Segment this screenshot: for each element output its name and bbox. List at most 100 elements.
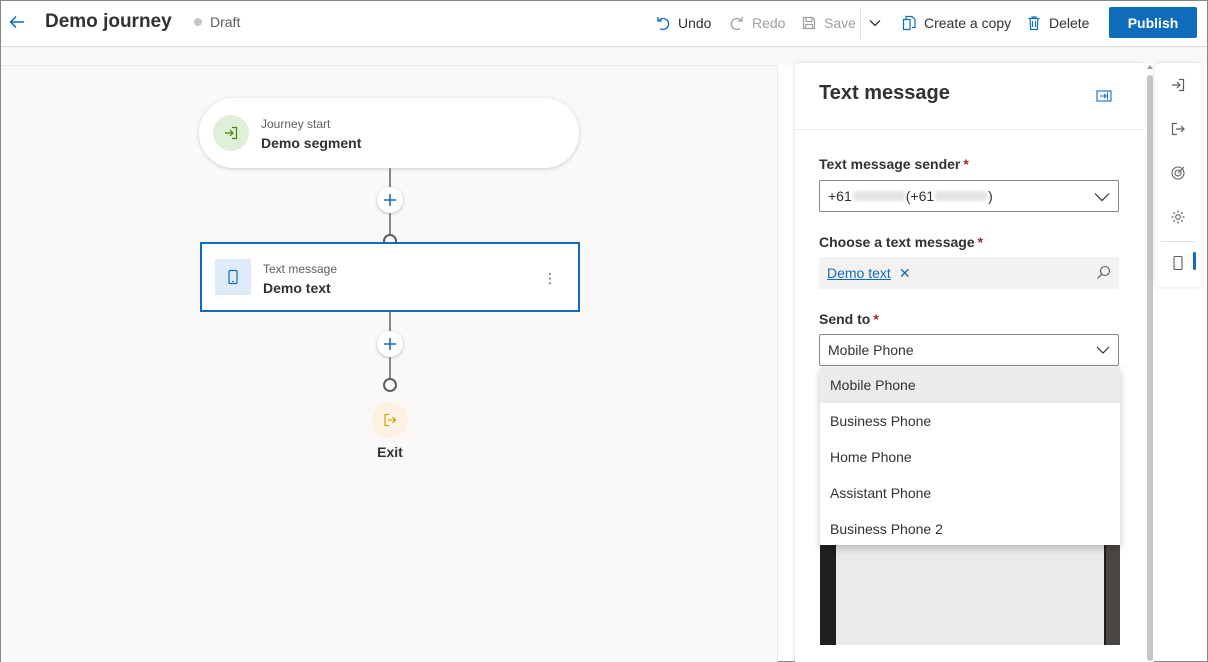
plus-icon xyxy=(384,338,396,350)
phone-preview-screen xyxy=(836,545,1104,645)
collapse-panel-button[interactable] xyxy=(1095,88,1113,104)
panel-scrollbar[interactable] xyxy=(1145,63,1154,662)
lookup-search-button[interactable] xyxy=(1096,265,1111,285)
save-button[interactable]: Save xyxy=(801,13,856,33)
redo-label: Redo xyxy=(752,15,786,31)
send-to-value: Mobile Phone xyxy=(828,342,914,358)
scroll-thumb[interactable] xyxy=(1147,75,1153,661)
message-label-text: Choose a text message xyxy=(819,234,975,250)
phone-preview xyxy=(820,545,1120,645)
start-node-label: Journey start xyxy=(261,117,331,131)
delete-button[interactable]: Delete xyxy=(1026,13,1089,33)
send-to-dropdown: Mobile Phone Business Phone Home Phone A… xyxy=(820,367,1120,545)
command-separator xyxy=(860,7,861,39)
phone-icon xyxy=(1173,255,1183,271)
enter-icon xyxy=(1172,78,1185,92)
side-rail xyxy=(1155,63,1201,287)
required-marker: * xyxy=(873,311,879,327)
rail-separator xyxy=(1161,241,1195,242)
sender-label: Text message sender * xyxy=(819,156,969,172)
text-message-node[interactable]: Text message Demo text ⋮ xyxy=(200,242,580,312)
required-marker: * xyxy=(963,156,969,172)
create-copy-button[interactable]: Create a copy xyxy=(901,13,1011,33)
panel-title: Text message xyxy=(819,82,950,104)
scroll-up-arrow-icon[interactable] xyxy=(1146,63,1154,71)
message-lookup[interactable]: Demo text ✕ xyxy=(819,257,1119,289)
rail-settings-button[interactable] xyxy=(1168,207,1188,227)
exit-label: Exit xyxy=(377,444,403,460)
rail-exit-button[interactable] xyxy=(1168,119,1188,139)
connector-line xyxy=(389,357,391,379)
start-node-value: Demo segment xyxy=(261,135,362,151)
publish-button[interactable]: Publish xyxy=(1109,7,1197,38)
sender-label-text: Text message sender xyxy=(819,156,961,172)
collapse-panel-icon xyxy=(1096,90,1112,102)
undo-button[interactable]: Undo xyxy=(655,13,711,33)
sign-in-icon xyxy=(225,126,238,140)
save-icon xyxy=(802,16,816,30)
search-icon xyxy=(1097,265,1111,279)
remove-tag-button[interactable]: ✕ xyxy=(899,265,911,282)
status-badge: Draft xyxy=(194,14,240,30)
sender-value-mid: (+61 xyxy=(905,188,935,204)
connector-line xyxy=(389,213,391,235)
back-button[interactable] xyxy=(5,10,29,34)
target-icon xyxy=(1171,166,1185,180)
add-step-button[interactable] xyxy=(377,187,403,213)
connector-line xyxy=(389,168,391,188)
exit-node[interactable] xyxy=(372,402,408,438)
dropdown-option[interactable]: Mobile Phone xyxy=(820,367,1120,403)
text-node-label: Text message xyxy=(263,262,338,276)
plus-icon xyxy=(384,194,396,206)
journey-start-node[interactable]: Journey start Demo segment xyxy=(199,98,579,168)
phone-preview-edge xyxy=(1106,545,1120,645)
selected-message-tag: Demo text ✕ xyxy=(827,263,911,283)
rail-active-indicator xyxy=(1193,252,1196,270)
required-marker: * xyxy=(977,234,984,250)
copy-icon xyxy=(902,15,916,31)
undo-icon xyxy=(657,17,670,31)
undo-label: Undo xyxy=(678,15,712,31)
add-step-button[interactable] xyxy=(377,331,403,357)
connector-line xyxy=(389,312,391,332)
exit-icon xyxy=(1171,122,1185,136)
journey-canvas: Journey start Demo segment Text message … xyxy=(1,65,778,662)
text-node-value: Demo text xyxy=(263,280,331,296)
chevron-down-icon xyxy=(869,20,881,27)
more-options-button[interactable]: ⋮ xyxy=(542,268,558,288)
status-dot-icon xyxy=(194,18,202,26)
selected-message-link[interactable]: Demo text xyxy=(827,265,891,281)
trash-icon xyxy=(1028,16,1040,31)
sender-value-suffix: ) xyxy=(988,188,993,204)
sign-out-icon xyxy=(384,413,397,427)
dropdown-option[interactable]: Business Phone xyxy=(820,403,1120,439)
status-text: Draft xyxy=(210,14,241,30)
phone-icon xyxy=(228,269,238,285)
redacted-number xyxy=(852,191,905,201)
sender-value-prefix: +61 xyxy=(828,188,852,204)
command-bar: Demo journey Draft Undo Redo Save Create… xyxy=(1,1,1207,47)
arrow-left-icon xyxy=(9,15,24,29)
message-label: Choose a text message * xyxy=(819,234,983,250)
rail-goal-button[interactable] xyxy=(1168,163,1188,183)
dropdown-option[interactable]: Business Phone 2 xyxy=(820,511,1120,547)
chevron-down-icon xyxy=(1094,193,1110,202)
panel-divider xyxy=(795,129,1145,130)
send-to-select[interactable]: Mobile Phone xyxy=(819,334,1119,366)
start-icon-container xyxy=(213,115,249,151)
chevron-down-icon xyxy=(1096,346,1110,354)
rail-text-message-button[interactable] xyxy=(1168,253,1188,273)
rail-entry-button[interactable] xyxy=(1168,75,1188,95)
send-to-label: Send to * xyxy=(819,311,879,327)
send-to-label-text: Send to xyxy=(819,311,871,327)
gear-icon xyxy=(1171,210,1185,224)
more-commands-button[interactable] xyxy=(868,13,882,33)
redacted-number xyxy=(935,191,988,201)
sender-select[interactable]: +61 (+61) xyxy=(819,180,1119,212)
text-message-icon-container xyxy=(215,259,251,295)
dropdown-option[interactable]: Assistant Phone xyxy=(820,475,1120,511)
create-copy-label: Create a copy xyxy=(924,15,1012,31)
save-label: Save xyxy=(824,15,856,31)
redo-button[interactable]: Redo xyxy=(729,13,785,33)
dropdown-option[interactable]: Home Phone xyxy=(820,439,1120,475)
